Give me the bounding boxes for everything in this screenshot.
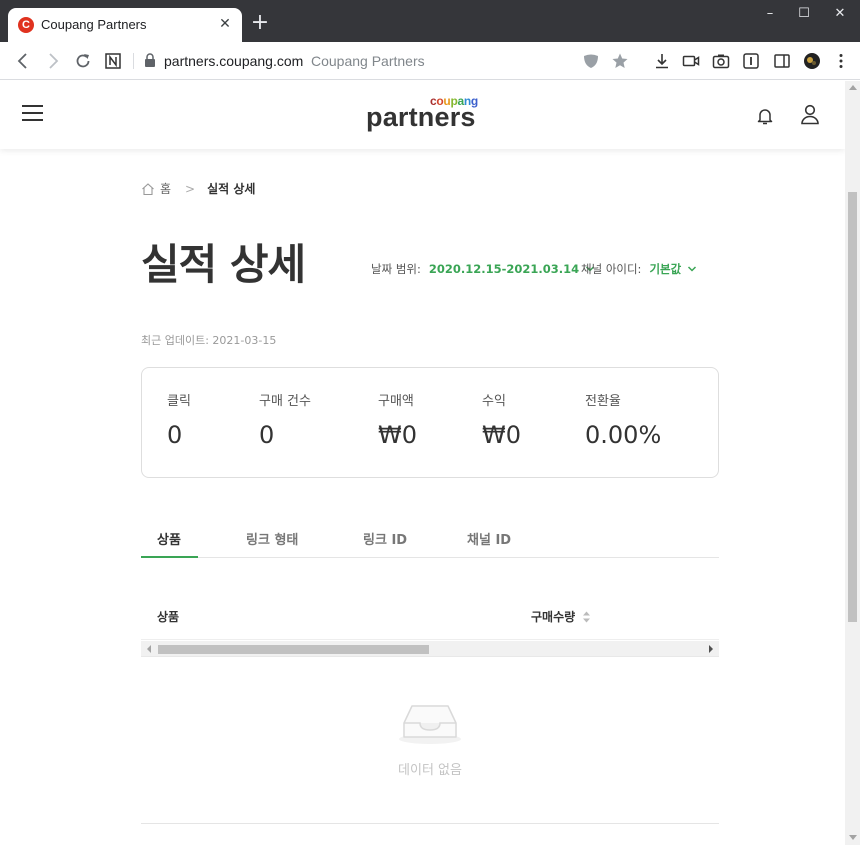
stat-revenue: 수익 ₩0 <box>482 390 521 449</box>
stat-label: 전환율 <box>585 394 621 409</box>
channel-id-value[interactable]: 기본값 <box>649 261 681 277</box>
stat-value: 0.00% <box>585 421 662 449</box>
horizontal-scrollbar[interactable] <box>141 641 719 657</box>
page-title: 실적 상세 <box>141 240 306 289</box>
coupang-partners-logo[interactable]: coupang partners <box>366 93 486 137</box>
url-separator <box>133 53 134 69</box>
stat-label: 수익 <box>482 394 506 409</box>
channel-id-filter[interactable]: 채널 아이디: 기본값 <box>581 261 697 277</box>
scroll-up-arrow-icon[interactable] <box>848 85 857 90</box>
tab-product[interactable]: 상품 <box>157 529 181 548</box>
close-window-icon[interactable]: ✕ <box>830 6 850 22</box>
tab-title: Coupang Partners <box>41 17 147 32</box>
breadcrumb: 홈 > 실적 상세 <box>141 180 255 197</box>
tab-channel-id[interactable]: 채널 ID <box>467 529 511 548</box>
table-header: 상품 구매수량 <box>141 596 719 640</box>
breadcrumb-current: 실적 상세 <box>207 182 256 196</box>
tab-link-id[interactable]: 링크 ID <box>363 529 407 548</box>
new-tab-icon[interactable]: + <box>250 12 270 34</box>
browser-toolbar: partners.coupang.com Coupang Partners <box>0 42 860 80</box>
page-viewport: coupang partners 홈 > 실적 상세 실적 상세 날짜 범위: … <box>0 81 845 845</box>
channel-id-label: 채널 아이디: <box>581 262 642 276</box>
table-bottom-divider <box>141 823 719 824</box>
stat-label: 클릭 <box>167 394 191 409</box>
browser-tab[interactable]: C Coupang Partners ✕ <box>8 8 242 42</box>
chevron-down-icon[interactable] <box>687 264 697 274</box>
vertical-scroll-thumb[interactable] <box>848 192 857 622</box>
report-tabs: 상품 링크 형태 링크 ID 채널 ID <box>141 519 719 558</box>
user-icon[interactable] <box>799 103 821 125</box>
stat-value: ₩0 <box>378 421 417 449</box>
reload-icon[interactable] <box>72 50 94 72</box>
column-header-product[interactable]: 상품 <box>157 608 179 625</box>
url-host[interactable]: partners.coupang.com <box>164 53 303 69</box>
date-range-filter[interactable]: 날짜 범위: 2020.12.15-2021.03.14 <box>371 261 595 277</box>
active-tab-indicator <box>141 556 198 558</box>
bookmark-star-icon[interactable] <box>609 50 631 72</box>
video-camera-icon[interactable] <box>680 50 702 72</box>
empty-state: 데이터 없음 <box>141 701 719 778</box>
sidebar-icon[interactable] <box>771 50 793 72</box>
logo-partners-text: partners <box>366 102 476 132</box>
stat-value: 0 <box>259 421 275 449</box>
scroll-right-arrow-icon[interactable] <box>709 645 713 653</box>
stats-card: 클릭 0 구매 건수 0 구매액 ₩0 수익 ₩0 전환율 0.00% <box>141 367 719 478</box>
browser-tab-bar: C Coupang Partners ✕ + – ☐ ✕ <box>0 0 860 42</box>
close-tab-icon[interactable]: ✕ <box>216 15 234 33</box>
date-range-label: 날짜 범위: <box>371 262 421 276</box>
shield-extension-icon[interactable] <box>580 50 602 72</box>
scroll-left-arrow-icon[interactable] <box>147 645 151 653</box>
stat-value: ₩0 <box>482 421 521 449</box>
maximize-icon[interactable]: ☐ <box>794 6 814 22</box>
tab-link-type[interactable]: 링크 형태 <box>246 529 298 548</box>
back-icon[interactable] <box>12 50 34 72</box>
stat-conversion-rate: 전환율 0.00% <box>585 390 661 449</box>
stat-label: 구매 건수 <box>259 394 311 409</box>
stat-purchases: 구매 건수 0 <box>259 390 311 449</box>
coupang-favicon-icon: C <box>18 17 34 33</box>
breadcrumb-home[interactable]: 홈 <box>160 180 171 197</box>
stat-purchase-amount: 구매액 ₩0 <box>378 390 417 449</box>
empty-inbox-icon <box>399 705 461 744</box>
stat-value: 0 <box>167 421 183 449</box>
sort-icon[interactable] <box>582 610 591 624</box>
column-header-quantity[interactable]: 구매수량 <box>531 608 575 625</box>
reader-extension-icon[interactable] <box>740 50 762 72</box>
notion-extension-icon[interactable] <box>102 50 124 72</box>
scroll-down-arrow-icon[interactable] <box>848 835 857 840</box>
date-range-value[interactable]: 2020.12.15-2021.03.14 <box>429 262 579 276</box>
horizontal-scroll-thumb[interactable] <box>158 645 429 654</box>
camera-icon[interactable] <box>710 50 732 72</box>
stat-clicks: 클릭 0 <box>167 390 191 449</box>
lock-icon[interactable] <box>144 53 156 67</box>
site-header: coupang partners <box>0 81 845 149</box>
hamburger-menu-icon[interactable] <box>22 105 44 123</box>
last-update-text: 최근 업데이트: 2021-03-15 <box>141 334 277 347</box>
bell-icon[interactable] <box>755 106 775 126</box>
forward-icon[interactable] <box>42 50 64 72</box>
profile-avatar-icon[interactable] <box>801 50 823 72</box>
stat-label: 구매액 <box>378 394 414 409</box>
menu-kebab-icon[interactable] <box>830 50 852 72</box>
vertical-scrollbar[interactable] <box>845 81 860 845</box>
download-icon[interactable] <box>651 50 673 72</box>
minimize-icon[interactable]: – <box>760 6 780 22</box>
empty-state-text: 데이터 없음 <box>398 763 462 778</box>
chevron-right-icon: > <box>185 181 196 196</box>
url-page-title[interactable]: Coupang Partners <box>311 53 425 69</box>
home-icon[interactable] <box>141 182 155 196</box>
